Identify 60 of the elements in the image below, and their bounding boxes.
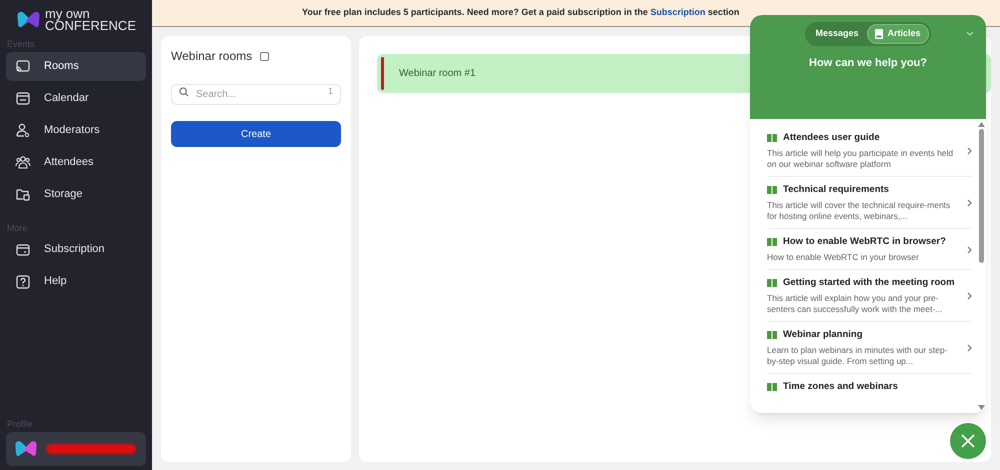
nav-item[interactable]: Subscription [6,235,146,264]
chevron-down-icon[interactable] [966,31,974,36]
logo-text: CONFERENCE [44,20,136,32]
nav-item[interactable]: Storage [6,180,146,208]
accent-bar [381,57,384,90]
book-icon [767,279,777,287]
scroll-up-icon[interactable] [978,122,984,127]
close-icon [961,434,975,448]
article-item[interactable]: Technical requirements This article will cover the technical require-ments for hosting online events, webinars,... [767,184,972,229]
article-title: Webinar planning [783,329,863,341]
chevron-right-icon [967,344,972,352]
widget-heading: How can we help you? [809,56,927,71]
user-icon [15,122,31,138]
article-title: How to enable WebRTC in browser? [783,236,946,248]
article-summary: Learn to plan webinars in minutes with our step-by-step visual guide. From setting up... [767,345,948,367]
chevron-right-icon [967,292,972,300]
article-title: Technical requirements [783,184,889,196]
users-icon [15,154,31,170]
search-icon [179,86,189,96]
logo-text: my own [44,8,90,20]
panel-title: Webinar rooms [171,48,252,65]
result-count: 1 [328,85,333,98]
article-item[interactable]: Getting started with the meeting room This article will explain how you and your pre-senters can successfully work with the meet-... [767,277,972,322]
scroll-down-icon[interactable] [978,405,984,410]
room-name: Webinar room #1 [399,67,476,81]
book-icon [767,134,777,142]
article-item[interactable]: Attendees user guide This article will help you participate in events held on our webinar software platform [767,132,972,177]
article-title: Attendees user guide [783,132,880,144]
chevron-right-icon [967,147,972,155]
article-item[interactable]: How to enable WebRTC in browser? How to enable WebRTC in your browser [767,236,972,270]
nav-item[interactable]: Moderators [6,116,146,144]
book-icon [767,186,777,194]
widget-tab[interactable]: Messages [807,24,866,44]
scrollbar-thumb[interactable] [978,129,984,263]
book-icon [767,383,777,391]
nav-item[interactable]: Attendees [6,148,146,176]
article-title: Time zones and webinars [783,381,898,393]
nav-item[interactable]: Rooms [6,52,146,80]
card-icon [15,242,31,258]
nav-item[interactable]: Calendar [6,84,146,112]
article-item[interactable]: Webinar planning Learn to plan webinars in minutes with our step-by-step visual guide. From setting up... [767,329,972,374]
calendar-icon [15,90,31,106]
create-button[interactable]: Create [171,121,341,147]
nav-item[interactable]: Help [6,267,146,296]
book-icon [767,331,777,339]
cast-icon [15,58,31,74]
book-icon [874,29,882,39]
article-item[interactable]: Time zones and webinars [767,381,972,399]
book-icon [767,238,777,246]
subscription-link[interactable]: Subscription [650,7,706,18]
notice-text: Your free plan includes 5 participants. Need more? Get a paid subscription in the Subscription section [302,6,740,20]
article-summary: This article will help you participate in events held on our webinar software platform [767,148,954,170]
article-summary: This article will explain how you and your pre-senters can successfully work with the meet-... [767,293,944,315]
avatar-icon [14,439,38,459]
profile-card[interactable] [6,432,146,466]
chevron-right-icon [967,246,972,254]
article-summary: This article will cover the technical require-ments for hosting online events, webinars,... [767,200,952,222]
article-title: Getting started with the meeting room [783,277,955,289]
article-summary: How to enable WebRTC in your browser [767,252,920,263]
chevron-right-icon [967,199,972,207]
